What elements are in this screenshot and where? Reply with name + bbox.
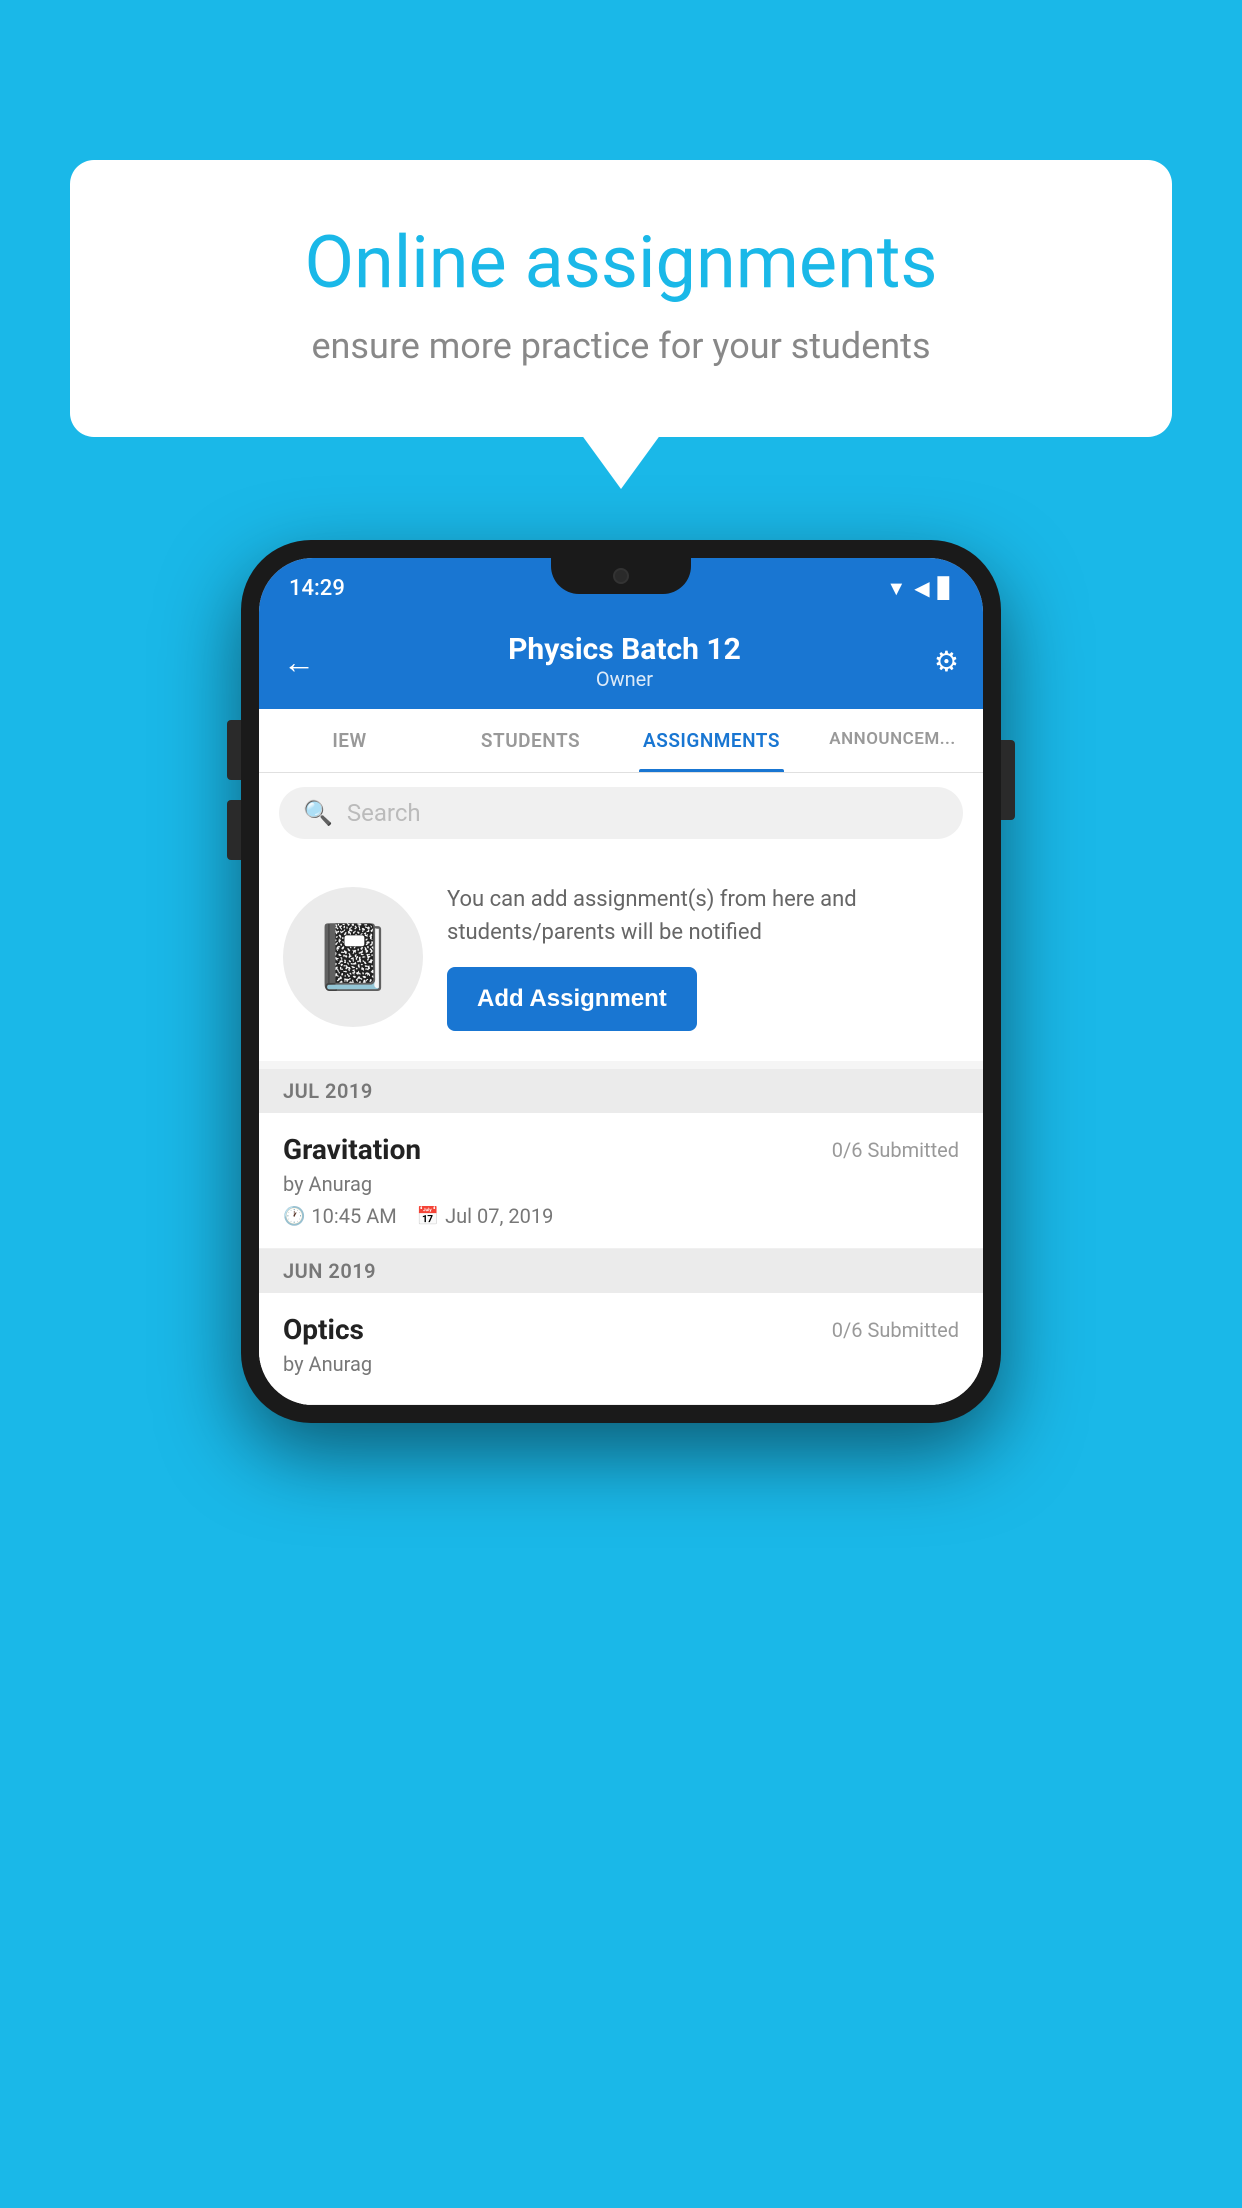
signal-icon: ◀: [914, 576, 929, 600]
assignment-name-optics: Optics: [283, 1313, 364, 1346]
tab-students[interactable]: STUDENTS: [440, 709, 621, 772]
status-icons: ▼ ◀ ▊: [886, 576, 953, 601]
promo-section: 📓 You can add assignment(s) from here an…: [259, 853, 983, 1061]
assignment-submitted: 0/6 Submitted: [832, 1138, 959, 1162]
assignment-by: by Anurag: [283, 1172, 959, 1196]
speech-bubble-container: Online assignments ensure more practice …: [70, 160, 1172, 437]
add-assignment-button[interactable]: Add Assignment: [447, 967, 697, 1031]
meta-time: 🕐 10:45 AM: [283, 1204, 397, 1228]
tabs-bar: IEW STUDENTS ASSIGNMENTS ANNOUNCEM...: [259, 709, 983, 773]
notebook-icon: 📓: [313, 920, 393, 995]
clock-icon: 🕐: [283, 1206, 305, 1227]
assignment-time: 10:45 AM: [311, 1204, 396, 1228]
assignment-item-gravitation[interactable]: Gravitation 0/6 Submitted by Anurag 🕐 10…: [259, 1113, 983, 1249]
header-subtitle: Owner: [508, 667, 741, 691]
app-header: ← Physics Batch 12 Owner ⚙: [259, 618, 983, 709]
search-bar-wrap: 🔍 Search: [259, 773, 983, 853]
section-header-jul: JUL 2019: [259, 1069, 983, 1113]
header-title: Physics Batch 12: [508, 632, 741, 667]
assignment-submitted-optics: 0/6 Submitted: [832, 1318, 959, 1342]
content-area: 🔍 Search 📓 You can add assignment(s) fro…: [259, 773, 983, 1405]
battery-icon: ▊: [938, 576, 953, 600]
tab-announcements[interactable]: ANNOUNCEM...: [802, 709, 983, 772]
assignment-row1-optics: Optics 0/6 Submitted: [283, 1313, 959, 1346]
back-button[interactable]: ←: [283, 643, 315, 681]
meta-date: 📅 Jul 07, 2019: [417, 1204, 554, 1228]
assignment-meta: 🕐 10:45 AM 📅 Jul 07, 2019: [283, 1204, 959, 1228]
phone-screen: 14:29 ▼ ◀ ▊ ← Physics Batch 12 Owner ⚙: [259, 558, 983, 1405]
calendar-icon: 📅: [417, 1206, 439, 1227]
tab-assignments[interactable]: ASSIGNMENTS: [621, 709, 802, 772]
assignment-by-optics: by Anurag: [283, 1352, 959, 1376]
promo-icon-circle: 📓: [283, 887, 423, 1027]
camera-icon: [613, 568, 629, 584]
power-button[interactable]: [1001, 740, 1015, 820]
speech-bubble-title: Online assignments: [150, 220, 1092, 305]
search-bar[interactable]: 🔍 Search: [279, 787, 963, 839]
status-time: 14:29: [289, 576, 345, 601]
speech-bubble: Online assignments ensure more practice …: [70, 160, 1172, 437]
section-header-jun: JUN 2019: [259, 1249, 983, 1293]
assignment-name: Gravitation: [283, 1133, 421, 1166]
assignment-item-optics[interactable]: Optics 0/6 Submitted by Anurag: [259, 1293, 983, 1405]
speech-bubble-subtitle: ensure more practice for your students: [150, 325, 1092, 367]
assignment-row1: Gravitation 0/6 Submitted: [283, 1133, 959, 1166]
status-bar: 14:29 ▼ ◀ ▊: [259, 558, 983, 618]
phone-outer: 14:29 ▼ ◀ ▊ ← Physics Batch 12 Owner ⚙: [241, 540, 1001, 1423]
phone-wrapper: 14:29 ▼ ◀ ▊ ← Physics Batch 12 Owner ⚙: [241, 540, 1001, 1423]
settings-button[interactable]: ⚙: [934, 645, 959, 678]
assignment-date: Jul 07, 2019: [445, 1204, 553, 1228]
promo-text-group: You can add assignment(s) from here and …: [447, 883, 959, 1031]
tab-iew[interactable]: IEW: [259, 709, 440, 772]
search-icon: 🔍: [303, 799, 333, 827]
volume-down-button[interactable]: [227, 800, 241, 860]
search-placeholder: Search: [347, 799, 421, 827]
wifi-icon: ▼: [886, 576, 906, 601]
speech-bubble-tail: [581, 434, 661, 489]
promo-description: You can add assignment(s) from here and …: [447, 883, 959, 949]
header-title-group: Physics Batch 12 Owner: [508, 632, 741, 691]
notch: [551, 558, 691, 594]
volume-up-button[interactable]: [227, 720, 241, 780]
